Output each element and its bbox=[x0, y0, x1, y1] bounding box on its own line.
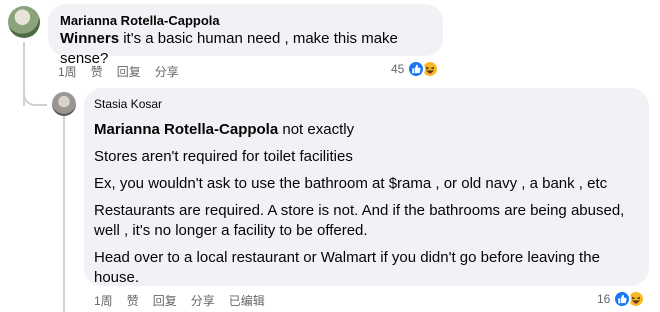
mention-winners[interactable]: Winners bbox=[60, 30, 119, 47]
reply-button[interactable]: 回复 bbox=[153, 292, 177, 309]
edited-label[interactable]: 已编辑 bbox=[229, 292, 265, 309]
reply-author[interactable]: Stasia Kosar bbox=[94, 96, 639, 113]
reaction-count: 45 bbox=[391, 62, 405, 76]
thread-line-reply bbox=[63, 114, 65, 312]
reply-actions: 1周 赞 回复 分享 已编辑 bbox=[94, 292, 279, 309]
mention-marianna[interactable]: Marianna Rotella-Cappola bbox=[94, 121, 278, 138]
comment-author[interactable]: Marianna Rotella-Cappola bbox=[60, 12, 431, 29]
reply-first-line: Marianna Rotella-Cappola not exactly bbox=[94, 120, 639, 140]
reaction-count: 16 bbox=[597, 292, 611, 306]
comment-actions: 1周 赞 回复 分享 bbox=[58, 63, 193, 80]
avatar-stasia[interactable] bbox=[52, 92, 76, 116]
comment-bubble: Marianna Rotella-Cappola Winners it's a … bbox=[48, 4, 443, 67]
reply-time[interactable]: 1周 bbox=[94, 292, 113, 309]
reaction-summary[interactable]: 16 bbox=[597, 290, 646, 308]
reply-paragraph: Ex, you wouldn't ask to use the bathroom… bbox=[94, 175, 608, 192]
reply-bubble: Stasia Kosar Marianna Rotella-Cappola no… bbox=[84, 88, 649, 286]
comment-time[interactable]: 1周 bbox=[58, 63, 77, 80]
like-button[interactable]: 赞 bbox=[127, 292, 139, 309]
reply-paragraph: Stores aren't required for toilet facili… bbox=[94, 148, 353, 165]
thread-connector bbox=[23, 80, 47, 106]
avatar-marianna[interactable] bbox=[8, 6, 40, 38]
reply-paragraph: Head over to a local restaurant or Walma… bbox=[94, 249, 600, 286]
share-button[interactable]: 分享 bbox=[191, 292, 215, 309]
reply-button[interactable]: 回复 bbox=[117, 63, 141, 80]
reply-paragraph: Restaurants are required. A store is not… bbox=[94, 202, 625, 239]
like-button[interactable]: 赞 bbox=[91, 63, 103, 80]
reaction-summary[interactable]: 45 bbox=[391, 60, 440, 78]
reply-first-text: not exactly bbox=[278, 121, 355, 138]
share-button[interactable]: 分享 bbox=[155, 63, 179, 80]
